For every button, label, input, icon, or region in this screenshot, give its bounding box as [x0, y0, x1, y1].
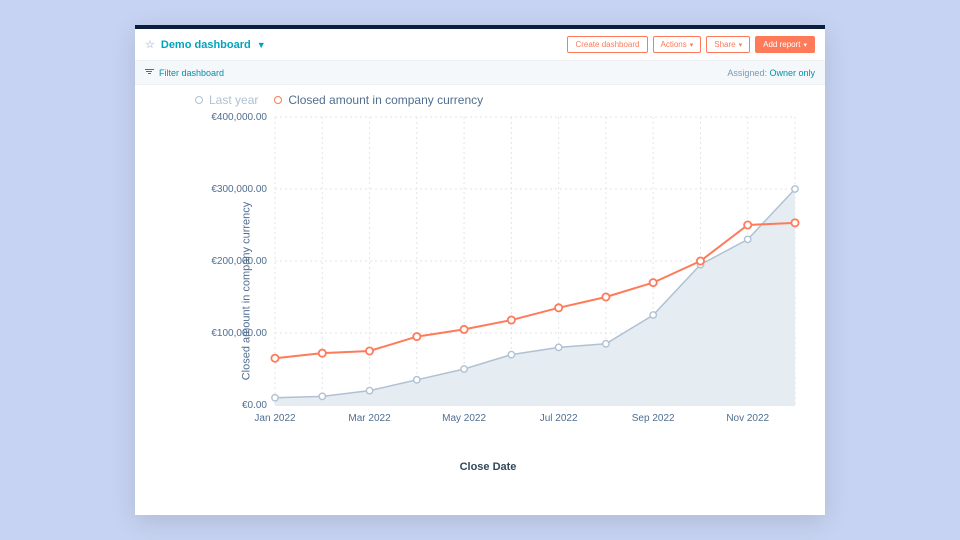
add-report-label: Add report — [763, 40, 800, 49]
header-buttons: Create dashboard Actions▾ Share▾ Add rep… — [567, 36, 815, 53]
chart-svg: €0.00 €100,000.00 €200,000.00 €300,000.00 €4… — [199, 111, 809, 451]
dashboard-window: ☆ Demo dashboard ▼ Create dashboard Acti… — [135, 25, 825, 515]
add-report-button[interactable]: Add report▾ — [755, 36, 815, 53]
chevron-down-icon: ▾ — [803, 41, 807, 49]
plot-area: Closed amount in company currency €0.00€… — [171, 111, 805, 471]
svg-text:€400,000.00: €400,000.00 — [211, 112, 267, 123]
svg-text:€200,000.00: €200,000.00 — [211, 256, 267, 267]
actions-button[interactable]: Actions▾ — [653, 36, 702, 53]
chevron-down-icon: ▾ — [690, 41, 694, 49]
assigned-label: Assigned: — [727, 68, 767, 78]
chart-legend: Last year Closed amount in company curre… — [155, 93, 805, 107]
svg-text:Jan 2022: Jan 2022 — [254, 413, 296, 424]
dashboard-title: Demo dashboard — [161, 39, 251, 51]
create-dashboard-button[interactable]: Create dashboard — [567, 36, 647, 53]
svg-text:Sep 2022: Sep 2022 — [632, 413, 675, 424]
legend-dot-icon — [274, 96, 282, 104]
x-axis-label: Close Date — [171, 461, 805, 473]
favorite-star-icon[interactable]: ☆ — [145, 38, 155, 51]
chevron-down-icon: ▾ — [739, 41, 743, 49]
actions-label: Actions — [661, 40, 687, 49]
dashboard-header: ☆ Demo dashboard ▼ Create dashboard Acti… — [135, 29, 825, 61]
assigned-value-link[interactable]: Owner only — [769, 68, 815, 78]
share-button[interactable]: Share ▾ — [706, 36, 750, 53]
dashboard-title-group[interactable]: ☆ Demo dashboard ▼ — [145, 38, 266, 51]
chart-card: Last year Closed amount in company curre… — [135, 85, 825, 515]
title-dropdown-icon[interactable]: ▼ — [257, 40, 266, 50]
legend-label: Last year — [209, 93, 258, 107]
legend-dot-icon — [195, 96, 203, 104]
legend-item-last-year[interactable]: Last year — [195, 93, 258, 107]
filter-dashboard-label: Filter dashboard — [159, 68, 224, 78]
filter-icon — [145, 69, 154, 76]
svg-text:May 2022: May 2022 — [442, 413, 486, 424]
svg-text:Mar 2022: Mar 2022 — [348, 413, 391, 424]
svg-text:Nov 2022: Nov 2022 — [726, 413, 769, 424]
svg-text:€100,000.00: €100,000.00 — [211, 328, 267, 339]
assigned-group: Assigned: Owner only — [727, 68, 815, 78]
filter-dashboard-link[interactable]: Filter dashboard — [145, 68, 224, 78]
legend-item-closed-amount[interactable]: Closed amount in company currency — [274, 93, 483, 107]
legend-label: Closed amount in company currency — [288, 93, 483, 107]
filter-bar: Filter dashboard Assigned: Owner only — [135, 61, 825, 85]
svg-text:Jul 2022: Jul 2022 — [540, 413, 578, 424]
svg-text:€0.00: €0.00 — [242, 400, 267, 411]
svg-text:€300,000.00: €300,000.00 — [211, 184, 267, 195]
create-dashboard-label: Create dashboard — [575, 40, 639, 49]
share-label: Share — [714, 40, 735, 49]
